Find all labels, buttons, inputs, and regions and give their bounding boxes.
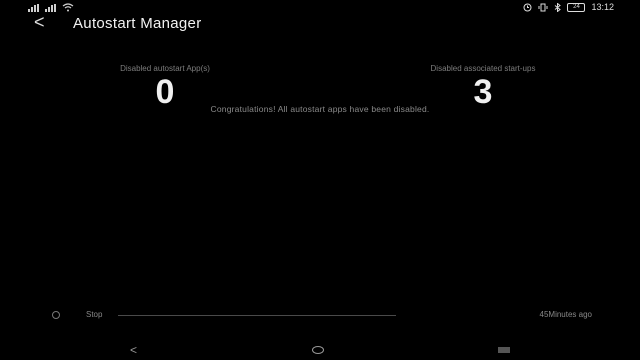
wifi-icon	[62, 3, 74, 12]
disabled-apps-label: Disabled autostart App(s)	[120, 64, 210, 73]
alarm-icon	[523, 3, 532, 11]
battery-level: 24	[573, 3, 580, 10]
congratulations-message: Congratulations! All autostart apps have…	[210, 104, 430, 114]
stop-icon[interactable]	[52, 311, 60, 319]
status-bar: 24 13:12	[0, 0, 640, 14]
nav-recents-button[interactable]	[498, 347, 510, 353]
vibrate-icon	[538, 3, 548, 11]
nav-back-button[interactable]: <	[130, 343, 137, 357]
signal-icon	[28, 3, 39, 12]
disabled-apps-stat: Disabled autostart App(s) 0	[80, 64, 250, 109]
back-button[interactable]: <	[34, 12, 45, 33]
timeline-track	[118, 315, 396, 316]
nav-home-button[interactable]	[312, 346, 324, 354]
stop-row: Stop 45Minutes ago	[0, 308, 640, 322]
battery-icon: 24	[567, 2, 586, 12]
navigation-bar: <	[0, 340, 640, 360]
page-title: Autostart Manager	[73, 15, 202, 32]
associated-startups-label: Disabled associated start-ups	[430, 64, 536, 73]
last-run-time: 45Minutes ago	[539, 310, 592, 319]
signal-icon	[45, 3, 56, 12]
status-time: 13:12	[591, 2, 614, 12]
app-bar: < Autostart Manager	[0, 12, 640, 34]
status-bar-left	[28, 3, 74, 12]
associated-startups-stat: Disabled associated start-ups 3	[388, 64, 578, 109]
stop-label[interactable]: Stop	[86, 310, 102, 319]
status-bar-right: 24 13:12	[523, 2, 614, 12]
bluetooth-icon	[555, 2, 562, 12]
